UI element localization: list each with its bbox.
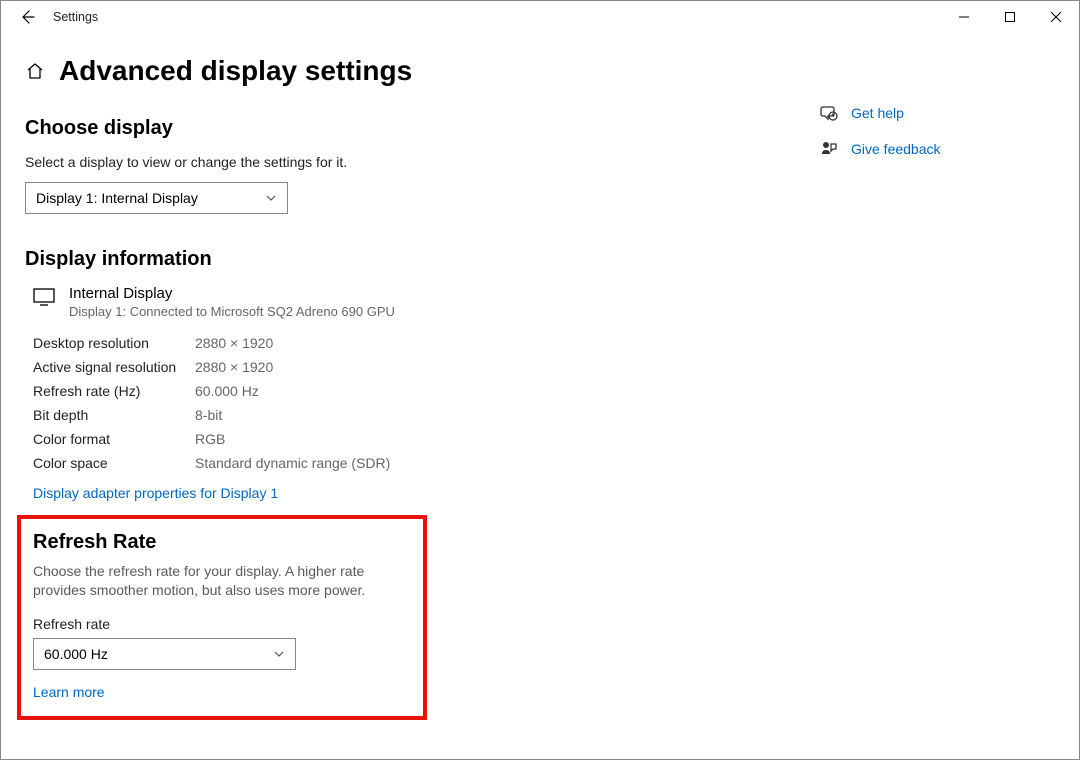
spec-row-color-space: Color space Standard dynamic range (SDR) xyxy=(33,451,779,475)
spec-label: Color space xyxy=(33,451,195,475)
close-button[interactable] xyxy=(1033,1,1079,33)
window-controls xyxy=(941,1,1079,33)
spec-label: Refresh rate (Hz) xyxy=(33,379,195,403)
spec-value: 2880 × 1920 xyxy=(195,331,273,355)
display-info-heading: Display information xyxy=(25,248,779,271)
get-help-link[interactable]: Get help xyxy=(819,103,1049,123)
spec-value: RGB xyxy=(195,427,225,451)
spec-table: Desktop resolution 2880 × 1920 Active si… xyxy=(25,331,779,475)
minimize-button[interactable] xyxy=(941,1,987,33)
maximize-button[interactable] xyxy=(987,1,1033,33)
main-column: Advanced display settings Choose display… xyxy=(25,55,779,720)
page-header: Advanced display settings xyxy=(25,55,779,87)
side-column: Get help Give feedback xyxy=(819,55,1049,720)
spec-row-color-format: Color format RGB xyxy=(33,427,779,451)
spec-value: 8-bit xyxy=(195,403,222,427)
settings-window: Settings Advanced display settin xyxy=(0,0,1080,760)
spec-label: Color format xyxy=(33,427,195,451)
display-select-dropdown[interactable]: Display 1: Internal Display xyxy=(25,182,288,214)
chevron-down-icon xyxy=(273,648,285,660)
adapter-properties-link[interactable]: Display adapter properties for Display 1 xyxy=(33,485,278,501)
choose-display-heading: Choose display xyxy=(25,117,779,140)
spec-row-active-signal: Active signal resolution 2880 × 1920 xyxy=(33,355,779,379)
content-area: Advanced display settings Choose display… xyxy=(1,33,1079,720)
display-identity-row: Internal Display Display 1: Connected to… xyxy=(25,285,779,319)
feedback-icon xyxy=(819,139,839,159)
refresh-rate-section: Refresh Rate Choose the refresh rate for… xyxy=(17,515,427,720)
chevron-down-icon xyxy=(265,192,277,204)
spec-row-refresh-rate: Refresh rate (Hz) 60.000 Hz xyxy=(33,379,779,403)
get-help-label: Get help xyxy=(851,105,904,121)
refresh-rate-value: 60.000 Hz xyxy=(44,646,108,662)
monitor-icon xyxy=(33,287,55,310)
refresh-rate-heading: Refresh Rate xyxy=(33,531,411,554)
give-feedback-label: Give feedback xyxy=(851,141,941,157)
maximize-icon xyxy=(1005,12,1015,22)
titlebar: Settings xyxy=(1,1,1079,33)
give-feedback-link[interactable]: Give feedback xyxy=(819,139,1049,159)
display-subtext: Display 1: Connected to Microsoft SQ2 Ad… xyxy=(69,304,395,319)
titlebar-left: Settings xyxy=(9,1,98,33)
display-select-value: Display 1: Internal Display xyxy=(36,190,198,206)
display-name: Internal Display xyxy=(69,285,395,302)
spec-value: 2880 × 1920 xyxy=(195,355,273,379)
close-icon xyxy=(1051,12,1061,22)
refresh-rate-dropdown[interactable]: 60.000 Hz xyxy=(33,638,296,670)
minimize-icon xyxy=(959,12,969,22)
spec-value: Standard dynamic range (SDR) xyxy=(195,451,390,475)
arrow-left-icon xyxy=(19,9,35,25)
back-button[interactable] xyxy=(9,1,45,33)
spec-label: Bit depth xyxy=(33,403,195,427)
home-icon[interactable] xyxy=(25,61,45,81)
spec-row-bit-depth: Bit depth 8-bit xyxy=(33,403,779,427)
spec-label: Active signal resolution xyxy=(33,355,195,379)
spec-row-desktop-resolution: Desktop resolution 2880 × 1920 xyxy=(33,331,779,355)
window-title: Settings xyxy=(49,10,98,24)
refresh-rate-field-label: Refresh rate xyxy=(33,616,411,632)
spec-value: 60.000 Hz xyxy=(195,379,259,403)
spec-label: Desktop resolution xyxy=(33,331,195,355)
learn-more-link[interactable]: Learn more xyxy=(33,684,105,700)
page-title: Advanced display settings xyxy=(59,55,412,87)
choose-display-desc: Select a display to view or change the s… xyxy=(25,154,779,170)
refresh-rate-desc: Choose the refresh rate for your display… xyxy=(33,562,411,600)
help-icon xyxy=(819,103,839,123)
